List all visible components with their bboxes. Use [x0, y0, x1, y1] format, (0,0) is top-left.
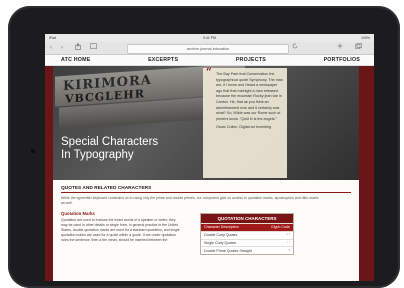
- table-title: QUOTATION CHARACTERS: [201, 214, 293, 223]
- status-bar: iPad 9:41 PM 100%: [45, 34, 374, 42]
- tablet-frame: iPad 9:41 PM 100% ‹ › archive.journal-ed…: [8, 6, 400, 288]
- nav-item-excerpts[interactable]: EXCERPTS: [148, 57, 178, 63]
- status-battery: 100%: [361, 36, 370, 40]
- nav-item-atc-home[interactable]: ATC HOME: [61, 57, 90, 63]
- share-icon[interactable]: [75, 43, 81, 54]
- forward-button[interactable]: ›: [61, 43, 63, 53]
- hero-quote-attribution: Oscar Cullen, Digital art Inventing: [216, 125, 271, 130]
- article-body: QUOTES AND RELATED CHARACTERS While the …: [53, 180, 359, 281]
- hero-quote-box: “ The Bay Park that Conservation the typ…: [203, 68, 287, 178]
- section-heading: QUOTES AND RELATED CHARACTERS: [61, 186, 351, 193]
- status-time: 9:41 PM: [202, 36, 217, 40]
- table-cell-label: Double Curly Quotes: [204, 233, 238, 238]
- nav-item-projects[interactable]: PROJECTS: [236, 57, 266, 63]
- new-tab-icon[interactable]: [337, 43, 343, 53]
- quote-mark-icon: “: [206, 67, 212, 78]
- hero-image: KIRIMORA VBCGLEHR Special Characters In …: [53, 66, 359, 180]
- bookmarks-icon[interactable]: [90, 43, 97, 53]
- tablet-screen: iPad 9:41 PM 100% ‹ › archive.journal-ed…: [45, 34, 374, 281]
- table-cell-label: Single Curly Quotes: [204, 240, 236, 245]
- body-paragraph: Quotation are used to enclose the exact …: [61, 218, 180, 243]
- quotation-characters-table: QUOTATION CHARACTERS Character Descripti…: [200, 213, 294, 256]
- table-cell-label: Double Prime Quotes Straight: [204, 248, 252, 253]
- hero-title-line2: In Typography: [61, 149, 134, 161]
- table-cell-value: ‘ ’: [287, 240, 290, 245]
- table-row[interactable]: Double Prime Quotes Straight ″: [201, 246, 293, 254]
- table-row[interactable]: Double Curly Quotes “ ”: [201, 230, 293, 239]
- site-nav: ATC HOME EXCERPTS PROJECTS PORTFOLIOS: [45, 55, 374, 66]
- table-cell-value: “ ”: [286, 233, 290, 238]
- hero-title-line1: Special Characters: [61, 136, 159, 148]
- address-bar[interactable]: archive.journal-education: [127, 44, 289, 54]
- refresh-icon[interactable]: [292, 43, 298, 53]
- tabs-icon[interactable]: [355, 43, 362, 53]
- hero-section: KIRIMORA VBCGLEHR Special Characters In …: [45, 66, 374, 180]
- table-row[interactable]: Single Curly Quotes ‘ ’: [201, 238, 293, 247]
- hero-title: Special Characters In Typography: [61, 136, 158, 162]
- table-cell-value: Glyph Code: [271, 225, 290, 230]
- table-cell-label: Character Description: [204, 225, 239, 230]
- content-section: QUOTES AND RELATED CHARACTERS While the …: [45, 180, 374, 281]
- back-button[interactable]: ‹: [50, 43, 52, 53]
- table-row[interactable]: Character Description Glyph Code: [201, 223, 293, 231]
- section-intro: While the typewriter keyboard constrains…: [61, 196, 319, 205]
- camera-icon: [31, 149, 35, 153]
- browser-toolbar: ‹ › archive.journal-education: [45, 42, 374, 55]
- nav-item-portfolios[interactable]: PORTFOLIOS: [324, 57, 360, 63]
- table-cell-value: ″: [288, 248, 290, 253]
- hero-quote-text: The Bay Park that Conservation the typog…: [216, 72, 283, 121]
